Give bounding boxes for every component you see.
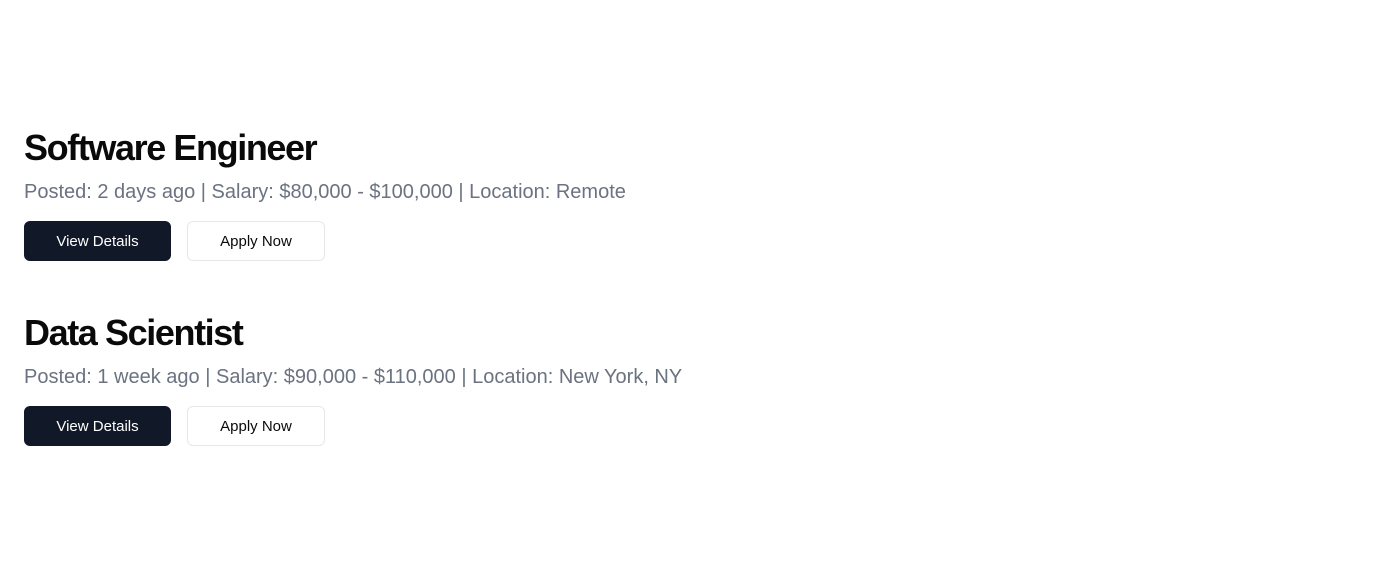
job-listing: Software Engineer Posted: 2 days ago | S… xyxy=(24,128,626,261)
apply-now-button[interactable]: Apply Now xyxy=(187,221,325,261)
view-details-button[interactable]: View Details xyxy=(24,406,171,446)
job-listings-page: Software Engineer Posted: 2 days ago | S… xyxy=(0,0,1376,585)
job-meta: Posted: 1 week ago | Salary: $90,000 - $… xyxy=(24,366,683,388)
view-details-button[interactable]: View Details xyxy=(24,221,171,261)
apply-now-button[interactable]: Apply Now xyxy=(187,406,325,446)
job-actions: View Details Apply Now xyxy=(24,221,626,261)
job-listing: Data Scientist Posted: 1 week ago | Sala… xyxy=(24,313,682,446)
job-meta: Posted: 2 days ago | Salary: $80,000 - $… xyxy=(24,181,626,203)
job-actions: View Details Apply Now xyxy=(24,406,682,446)
job-title: Software Engineer xyxy=(24,127,318,168)
job-title: Data Scientist xyxy=(24,312,244,353)
